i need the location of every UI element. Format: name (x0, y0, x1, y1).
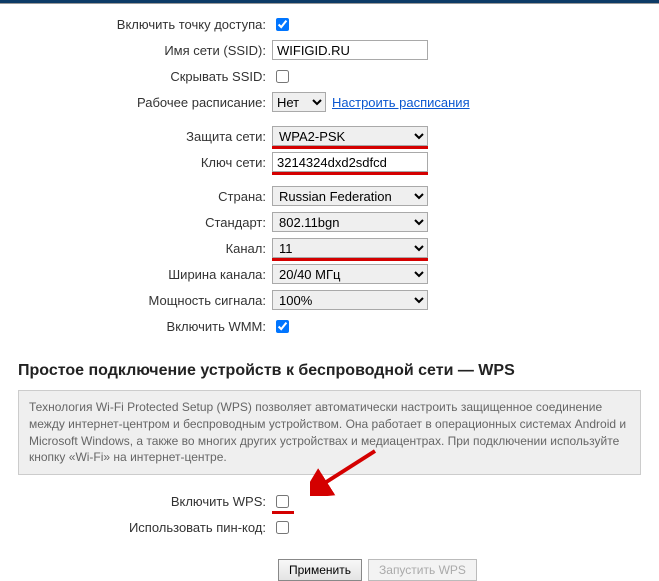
row-channel: Канал: 11 (0, 236, 659, 260)
select-standard[interactable]: 802.11bgn (272, 212, 428, 232)
input-key[interactable] (272, 152, 428, 172)
select-power[interactable]: 100% (272, 290, 428, 310)
label-wmm: Включить WMM: (0, 319, 272, 334)
select-country[interactable]: Russian Federation (272, 186, 428, 206)
row-schedule: Рабочее расписание: Нет Настроить распис… (0, 90, 659, 114)
wps-info-box: Технология Wi-Fi Protected Setup (WPS) п… (18, 390, 641, 475)
row-country: Страна: Russian Federation (0, 184, 659, 208)
row-enable-ap: Включить точку доступа: (0, 12, 659, 36)
label-key: Ключ сети: (0, 155, 272, 170)
label-hide-ssid: Скрывать SSID: (0, 69, 272, 84)
label-enable-ap: Включить точку доступа: (0, 17, 272, 32)
select-channel[interactable]: 11 (272, 238, 428, 258)
label-ssid: Имя сети (SSID): (0, 43, 272, 58)
checkbox-use-pin[interactable] (276, 521, 289, 534)
select-security[interactable]: WPA2-PSK (272, 126, 428, 146)
label-enable-wps: Включить WPS: (0, 494, 272, 509)
checkbox-enable-ap[interactable] (276, 18, 289, 31)
row-hide-ssid: Скрывать SSID: (0, 64, 659, 88)
label-power: Мощность сигнала: (0, 293, 272, 308)
row-use-pin: Использовать пин-код: (0, 515, 659, 539)
row-standard: Стандарт: 802.11bgn (0, 210, 659, 234)
row-security: Защита сети: WPA2-PSK (0, 124, 659, 148)
checkbox-wmm[interactable] (276, 320, 289, 333)
select-schedule[interactable]: Нет (272, 92, 326, 112)
row-enable-wps: Включить WPS: (0, 489, 659, 513)
label-channel: Канал: (0, 241, 272, 256)
row-power: Мощность сигнала: 100% (0, 288, 659, 312)
checkbox-enable-wps[interactable] (276, 495, 289, 508)
checkbox-hide-ssid[interactable] (276, 70, 289, 83)
input-ssid[interactable] (272, 40, 428, 60)
row-width: Ширина канала: 20/40 МГц (0, 262, 659, 286)
label-width: Ширина канала: (0, 267, 272, 282)
row-ssid: Имя сети (SSID): (0, 38, 659, 62)
button-row: Применить Запустить WPS (278, 559, 659, 581)
select-width[interactable]: 20/40 МГц (272, 264, 428, 284)
wps-section-title: Простое подключение устройств к беспрово… (0, 350, 659, 390)
label-security: Защита сети: (0, 129, 272, 144)
apply-button[interactable]: Применить (278, 559, 362, 581)
label-country: Страна: (0, 189, 272, 204)
wifi-settings-form: Включить точку доступа: Имя сети (SSID):… (0, 4, 659, 350)
row-wmm: Включить WMM: (0, 314, 659, 338)
run-wps-button[interactable]: Запустить WPS (368, 559, 477, 581)
label-standard: Стандарт: (0, 215, 272, 230)
link-configure-schedule[interactable]: Настроить расписания (332, 95, 470, 110)
label-schedule: Рабочее расписание: (0, 95, 272, 110)
row-key: Ключ сети: (0, 150, 659, 174)
